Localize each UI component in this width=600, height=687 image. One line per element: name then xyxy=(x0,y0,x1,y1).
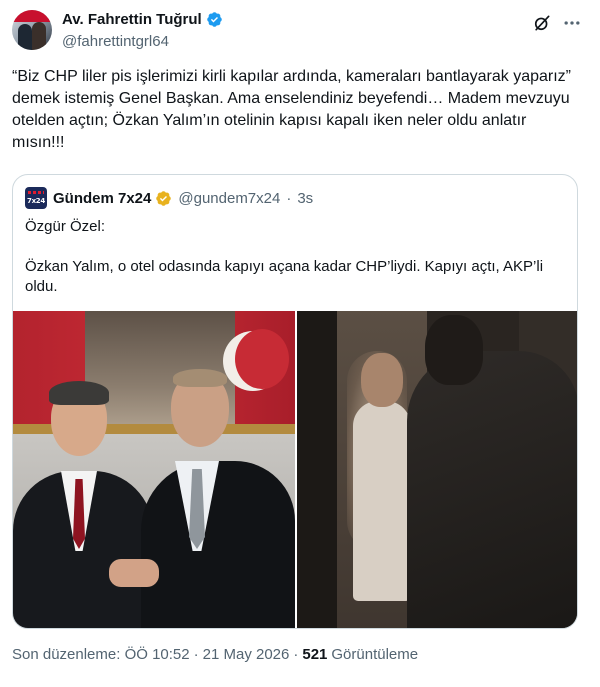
author-name-row: Av. Fahrettin Tuğrul xyxy=(62,11,223,28)
edited-label[interactable]: Son düzenleme: ÖÖ 10:52 xyxy=(12,646,190,663)
quoted-separator: · xyxy=(286,189,292,207)
tweet-text: “Biz CHP liler pis işlerimizi kirli kapı… xyxy=(12,68,576,151)
quoted-avatar[interactable]: 7x24 xyxy=(25,187,47,209)
meta-separator-2: · xyxy=(293,646,299,663)
quoted-photo-handshake[interactable] xyxy=(13,311,295,628)
quoted-photo-hotel-door[interactable] xyxy=(297,311,577,628)
author-avatar[interactable] xyxy=(12,10,52,50)
quoted-time[interactable]: 3s xyxy=(297,190,313,207)
verified-badge-icon xyxy=(206,12,222,27)
quoted-tweet[interactable]: 7x24 Gündem 7x24 @gundem7x24 · 3s Özgür … xyxy=(12,174,578,629)
quoted-handle[interactable]: @gundem7x24 xyxy=(178,190,280,207)
views-count: 521 xyxy=(302,646,328,663)
tweet: Av. Fahrettin Tuğrul @fahrettintgrl64 “B… xyxy=(0,0,600,687)
verified-gold-badge-icon xyxy=(156,190,172,206)
author-display-name[interactable]: Av. Fahrettin Tuğrul xyxy=(62,11,202,28)
more-icon[interactable] xyxy=(562,13,582,33)
quoted-name-row: Gündem 7x24 @gundem7x24 · 3s xyxy=(53,187,313,209)
grok-icon[interactable] xyxy=(532,13,552,33)
quoted-text: Özgür Özel: Özkan Yalım, o otel odasında… xyxy=(25,218,544,295)
author-handle[interactable]: @fahrettintgrl64 xyxy=(62,33,169,50)
quoted-display-name[interactable]: Gündem 7x24 xyxy=(53,190,151,207)
tweet-date[interactable]: 21 May 2026 xyxy=(203,646,290,663)
tweet-meta: Son düzenleme: ÖÖ 10:52 · 21 May 2026 · … xyxy=(12,646,418,663)
quoted-media xyxy=(13,311,577,628)
meta-separator-1: · xyxy=(193,646,199,663)
views-label: Görüntüleme xyxy=(331,646,419,663)
quoted-avatar-text: 7x24 xyxy=(27,197,45,205)
